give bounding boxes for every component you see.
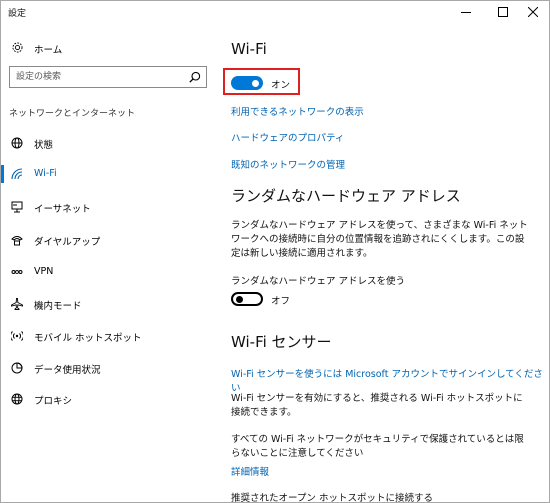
random-hw-toggle-state: オフ (271, 296, 291, 307)
airplane-icon (11, 298, 23, 313)
sidebar-item-wifi[interactable]: Wi-Fi (1, 162, 220, 186)
sidebar-item-data-usage[interactable]: データ使用状況 (1, 356, 220, 380)
sidebar-item-label: ダイヤルアップ (34, 237, 101, 248)
available-networks-link[interactable]: 利用できるネットワークの表示 (231, 104, 364, 118)
sidebar-item-label: データ使用状況 (34, 365, 101, 376)
proxy-globe-icon (11, 393, 23, 408)
selected-indicator (1, 165, 4, 183)
wifi-icon (11, 168, 23, 183)
sidebar-item-label: VPN (34, 266, 54, 277)
sidebar-item-ethernet[interactable]: イーサネット (1, 195, 220, 219)
wifi-sense-warning: すべての Wi-Fi ネットワークがセキュリティで保護されているとは限らないこと… (231, 434, 524, 459)
random-hw-toggle-row: オフ (231, 292, 311, 308)
data-usage-icon (11, 362, 23, 377)
title-bar: 設定 (1, 1, 549, 23)
page-title: Wi-Fi (231, 40, 267, 58)
sidebar-item-label: 状態 (34, 140, 54, 151)
settings-window: 設定 ホーム 設定の検索 ネットワークとインターネット 状態 Wi-Fi イーサ… (0, 0, 550, 503)
minimize-icon (460, 12, 471, 13)
more-info-link[interactable]: 詳細情報 (231, 464, 269, 478)
random-hw-toggle-label: ランダムなハードウェア アドレスを使う (231, 276, 406, 287)
search-icon[interactable] (189, 71, 201, 86)
minimize-button[interactable] (449, 1, 482, 23)
close-button[interactable] (516, 1, 549, 23)
sidebar-item-status[interactable]: 状態 (1, 131, 220, 155)
search-box[interactable] (9, 66, 207, 88)
hotspot-icon (10, 330, 24, 345)
random-hw-toggle[interactable] (231, 292, 263, 306)
sidebar-item-vpn[interactable]: VPN (1, 260, 220, 284)
sidebar-item-airplane[interactable]: 機内モード (1, 292, 220, 316)
wifi-sense-description: Wi-Fi センサーを有効にすると、推奨される Wi-Fi ホットスポットに接続… (231, 393, 523, 418)
dialup-icon (11, 234, 23, 249)
sidebar-item-dialup[interactable]: ダイヤルアップ (1, 228, 220, 252)
random-hw-heading: ランダムなハードウェア アドレス (231, 187, 461, 205)
sidebar-section-heading: ネットワークとインターネット (9, 109, 136, 119)
sidebar-item-label: モバイル ホットスポット (34, 333, 142, 344)
sidebar-home[interactable]: ホーム (1, 37, 220, 59)
globe-status-icon (11, 137, 23, 152)
sidebar-item-proxy[interactable]: プロキシ (1, 387, 220, 411)
wifi-sense-heading: Wi-Fi センサー (231, 333, 332, 351)
random-hw-description: ランダムなハードウェア アドレスを使って、さまざまな Wi-Fi ネットワークへ… (231, 220, 528, 259)
sidebar-item-label: 機内モード (34, 301, 82, 312)
maximize-button[interactable] (486, 1, 519, 23)
open-hotspot-label: 推奨されたオープン ホットスポットに接続する (231, 493, 433, 503)
ethernet-icon (11, 201, 23, 216)
sidebar-item-hotspot[interactable]: モバイル ホットスポット (1, 324, 220, 348)
sidebar: ホーム ネットワークとインターネット 状態 (1, 23, 220, 502)
gear-icon (11, 41, 24, 57)
manage-known-networks-link[interactable]: 既知のネットワークの管理 (231, 157, 345, 171)
vpn-icon (11, 266, 23, 281)
maximize-icon (497, 7, 508, 17)
window-title: 設定 (8, 9, 27, 19)
close-icon (527, 7, 538, 17)
toggle-knob (236, 295, 243, 303)
sidebar-home-label: ホーム (34, 45, 63, 56)
content-pane: Wi-Fi オン 利用できるネットワークの表示 ハードウェアのプロパティ 既知の… (220, 23, 549, 503)
sidebar-item-label: Wi-Fi (34, 168, 57, 179)
hardware-properties-link[interactable]: ハードウェアのプロパティ (231, 130, 344, 144)
wifi-sense-signin-link[interactable]: Wi-Fi センサーを使うには Microsoft アカウントでサインインしてく… (231, 366, 549, 394)
sidebar-item-label: プロキシ (34, 396, 73, 407)
sidebar-item-label: イーサネット (34, 204, 91, 215)
search-input[interactable] (10, 67, 186, 87)
highlight-annotation-box (223, 68, 300, 95)
